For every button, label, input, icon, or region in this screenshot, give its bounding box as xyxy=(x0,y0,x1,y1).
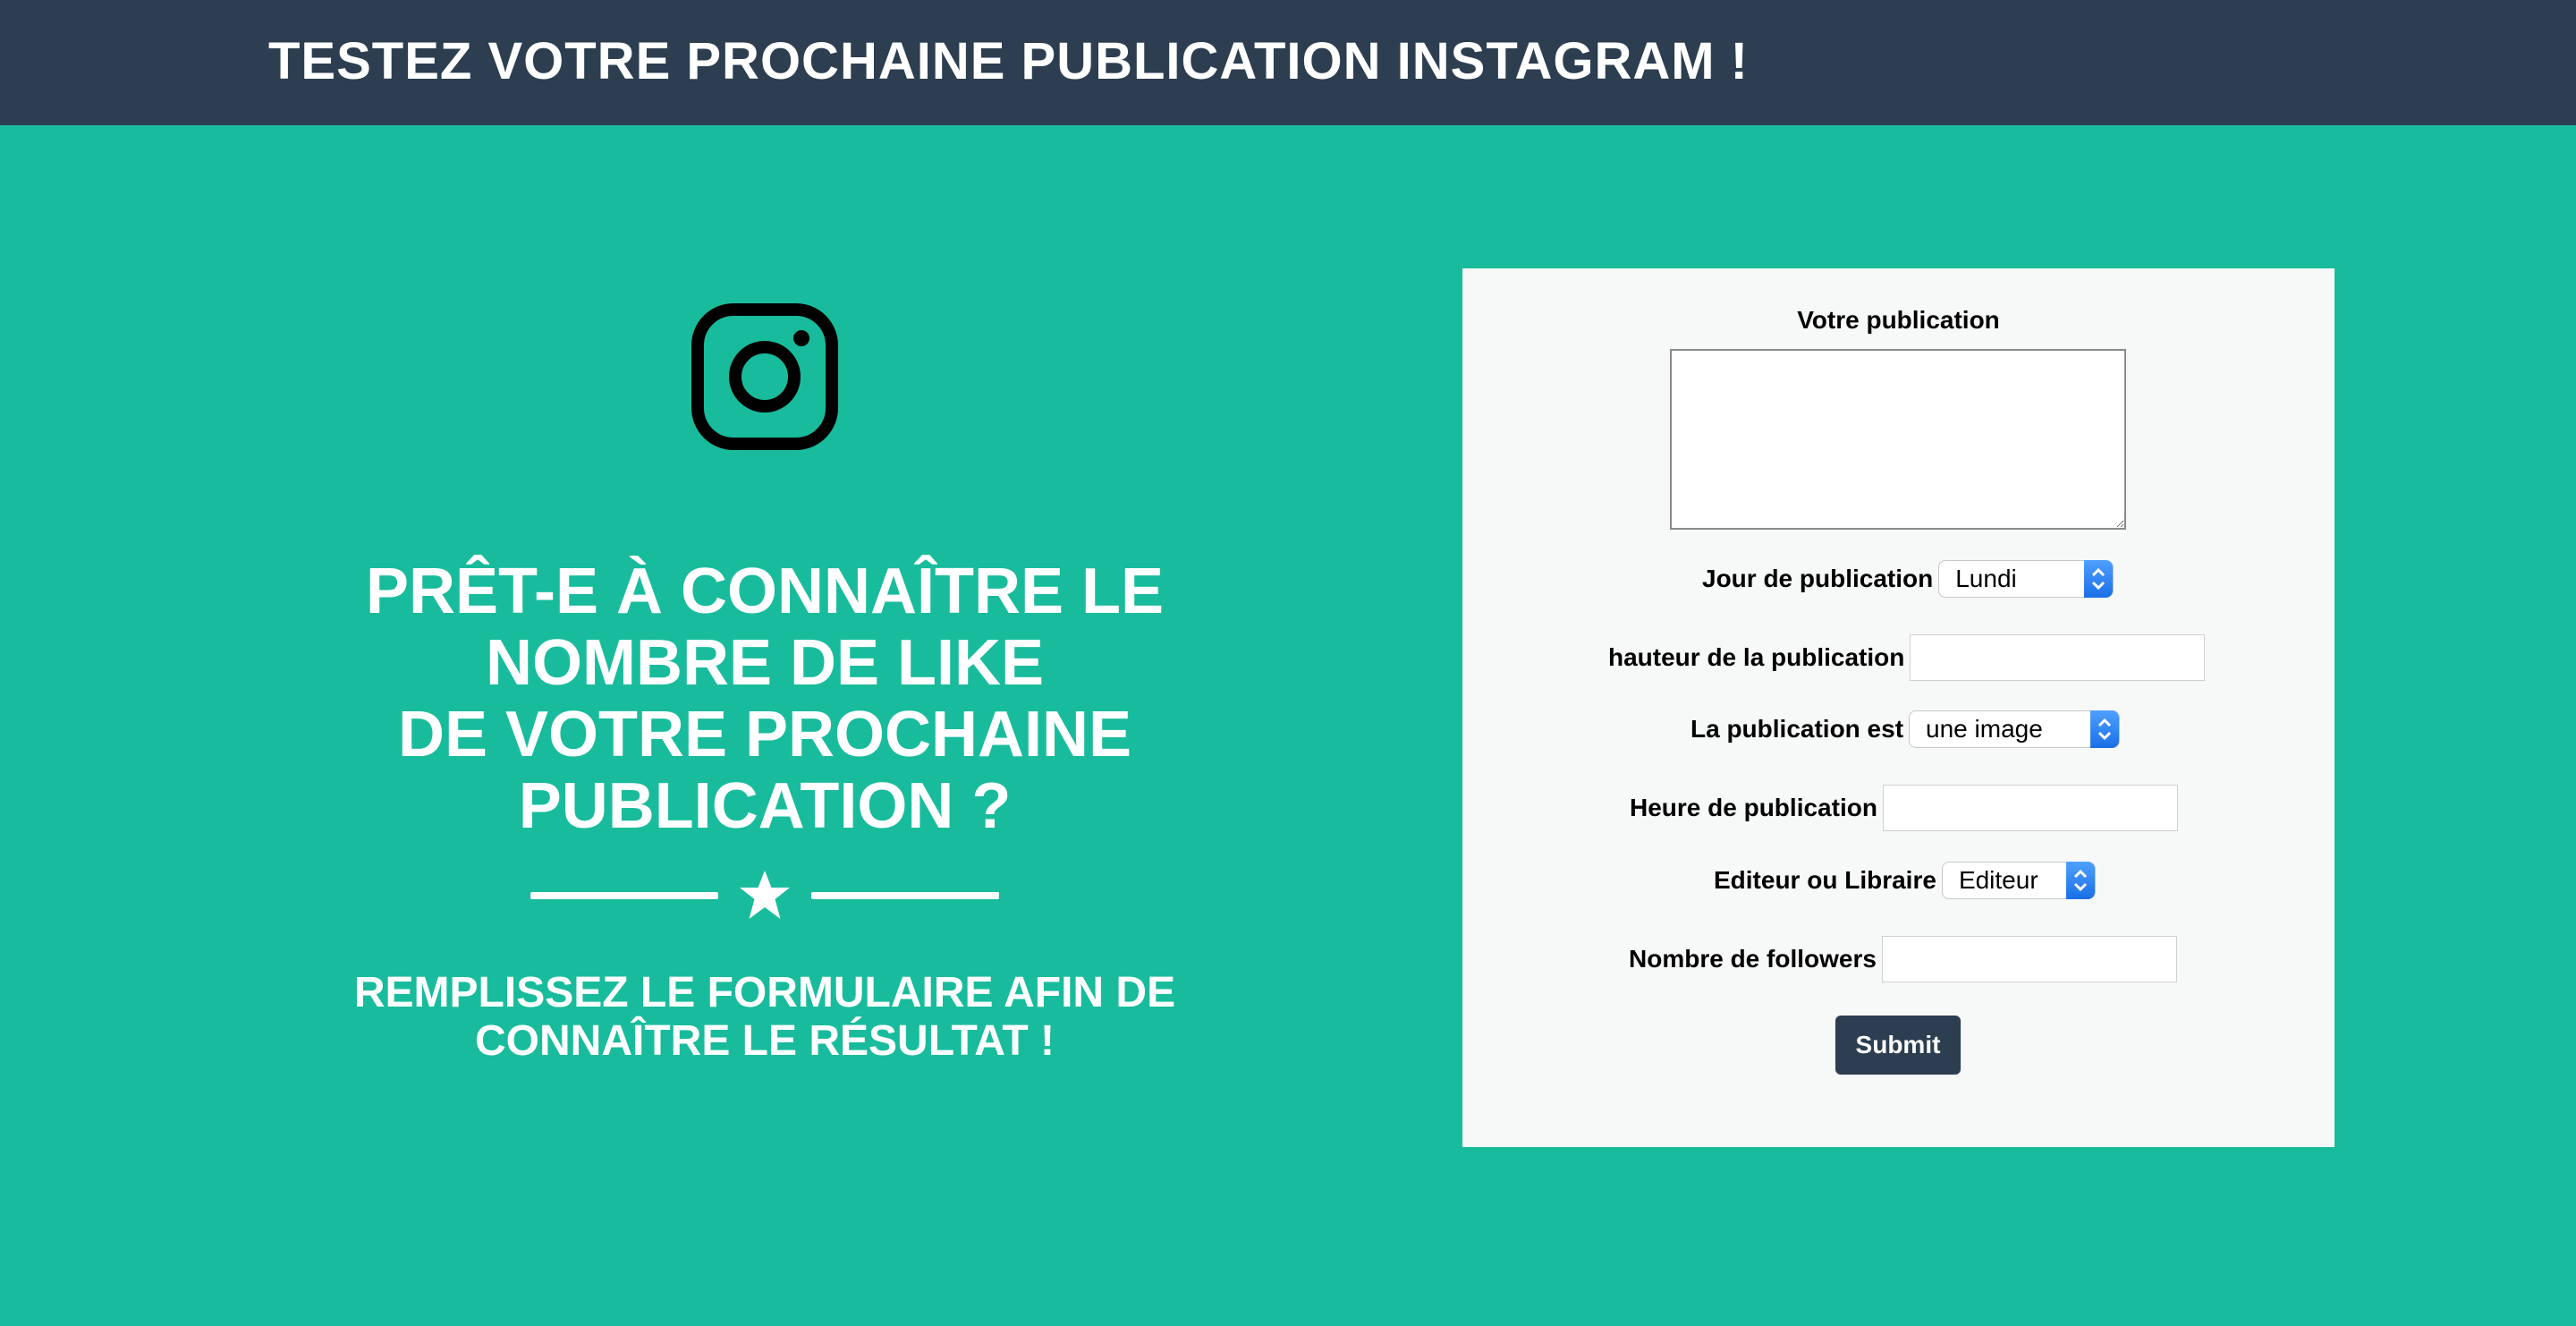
jour-label: Jour de publication xyxy=(1702,565,1934,592)
chevron-updown-icon xyxy=(2065,862,2095,899)
instagram-icon xyxy=(691,303,838,450)
divider-line-left xyxy=(530,892,718,899)
headline-line: PUBLICATION ? xyxy=(518,770,1012,842)
chevron-updown-icon xyxy=(2090,710,2120,748)
editeur-row: Editeur ou Libraire Editeur xyxy=(1714,862,2096,899)
followers-row: Nombre de followers xyxy=(1629,936,2177,982)
navbar-title[interactable]: TESTEZ VOTRE PROCHAINE PUBLICATION INSTA… xyxy=(268,30,1749,93)
heure-label: Heure de publication xyxy=(1630,794,1877,821)
editeur-select[interactable]: Editeur xyxy=(1941,862,2096,899)
type-select[interactable]: une image xyxy=(1909,710,2121,748)
hauteur-label: hauteur de la publication xyxy=(1608,643,1905,671)
publication-textarea[interactable] xyxy=(1670,349,2126,530)
star-icon xyxy=(740,871,790,919)
type-label: La publication est xyxy=(1690,715,1904,743)
divider-line-right xyxy=(811,892,999,899)
star-divider xyxy=(286,869,1243,922)
followers-label: Nombre de followers xyxy=(1629,945,1877,973)
editeur-selected-value: Editeur xyxy=(1958,866,2038,894)
type-row: La publication est une image xyxy=(1690,710,2121,748)
heure-row: Heure de publication xyxy=(1630,785,2178,831)
headline-line: DE VOTRE PROCHAINE xyxy=(397,699,1132,770)
followers-input[interactable] xyxy=(1881,936,2177,982)
editeur-label: Editeur ou Libraire xyxy=(1714,866,1936,894)
chevron-updown-icon xyxy=(2084,560,2114,598)
type-selected-value: une image xyxy=(1926,715,2043,743)
hauteur-row: hauteur de la publication xyxy=(1608,634,2206,681)
prediction-form: Votre publication Jour de publication Lu… xyxy=(1462,268,2334,1147)
jour-row: Jour de publication Lundi xyxy=(1702,560,2114,598)
subtext-line: CONNAÎTRE LE RÉSULTAT ! xyxy=(475,1017,1055,1065)
submit-button[interactable]: Submit xyxy=(1835,1016,1961,1075)
jour-selected-value: Lundi xyxy=(1955,565,2017,592)
heure-input[interactable] xyxy=(1882,785,2178,831)
headline-line: PRÊT-E À CONNAÎTRE LE xyxy=(365,556,1165,627)
hauteur-input[interactable] xyxy=(1910,634,2206,681)
hero-section: PRÊT-E À CONNAÎTRE LE NOMBRE DE LIKE DE … xyxy=(286,268,1243,1066)
navbar: TESTEZ VOTRE PROCHAINE PUBLICATION INSTA… xyxy=(0,0,2576,125)
hero-headline: PRÊT-E À CONNAÎTRE LE NOMBRE DE LIKE DE … xyxy=(286,556,1243,842)
jour-select[interactable]: Lundi xyxy=(1938,560,2114,598)
headline-line: NOMBRE DE LIKE xyxy=(485,627,1045,699)
publication-label: Votre publication xyxy=(1797,306,2000,334)
hero-subtext: REMPLISSEZ LE FORMULAIRE AFIN DE CONNAÎT… xyxy=(286,969,1243,1066)
subtext-line: REMPLISSEZ LE FORMULAIRE AFIN DE xyxy=(353,969,1176,1016)
